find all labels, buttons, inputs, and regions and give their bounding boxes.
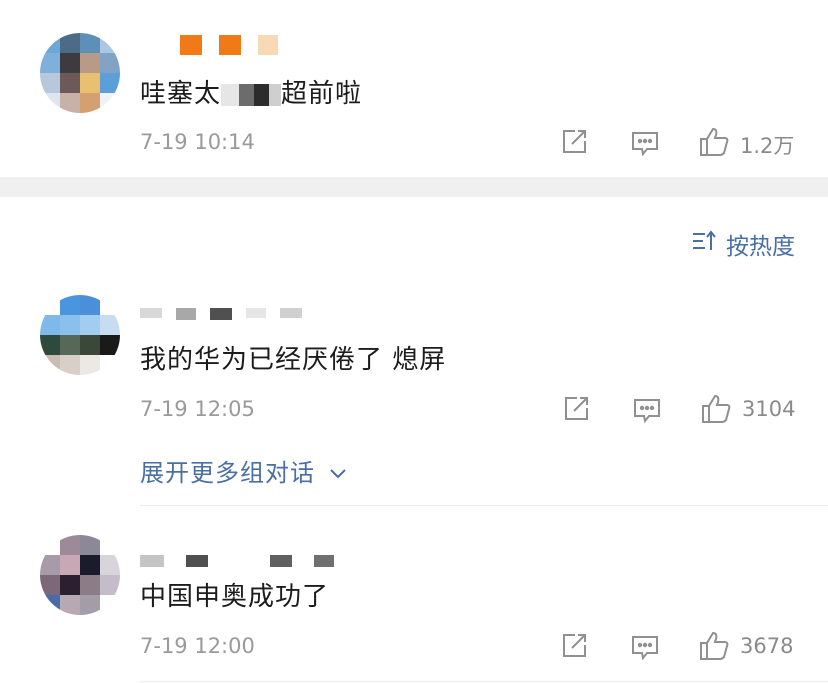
thumbs-up-icon[interactable] — [698, 126, 730, 158]
comment-icon[interactable] — [630, 634, 660, 662]
section-divider — [0, 177, 828, 197]
username-redacted — [140, 555, 334, 567]
comment-icon[interactable] — [630, 130, 660, 158]
comment-text: 我的华为已经厌倦了 熄屏 — [140, 345, 447, 375]
chevron-down-icon — [328, 467, 348, 481]
share-icon[interactable] — [562, 395, 590, 423]
comment-icon[interactable] — [632, 397, 662, 425]
username-redacted — [180, 35, 278, 55]
comment-text: 中国申奥成功了 — [140, 582, 330, 612]
like-count: 3104 — [742, 397, 796, 421]
avatar[interactable] — [40, 535, 120, 615]
avatar[interactable] — [40, 295, 120, 375]
comment-text: 哇塞太 超前啦 — [140, 79, 363, 109]
thumbs-up-icon[interactable] — [698, 630, 730, 662]
sort-by-heat-link[interactable]: 按热度 — [726, 227, 795, 261]
like-count: 1.2万 — [740, 134, 795, 158]
redacted-text — [221, 83, 282, 106]
sort-icon[interactable] — [692, 230, 718, 252]
comment-time: 7-19 12:00 — [140, 634, 255, 658]
like-count: 3678 — [740, 634, 794, 658]
share-icon[interactable] — [560, 128, 588, 156]
comment-divider — [140, 681, 828, 682]
comment-time: 7-19 10:14 — [140, 130, 255, 154]
expand-label: 展开更多组对话 — [140, 459, 315, 487]
comment-time: 7-19 12:05 — [140, 397, 255, 421]
comment-divider — [140, 505, 828, 506]
username-redacted — [140, 308, 302, 320]
thumbs-up-icon[interactable] — [700, 393, 732, 425]
share-icon[interactable] — [560, 632, 588, 660]
avatar[interactable] — [40, 33, 120, 113]
expand-replies-link[interactable]: 展开更多组对话 — [140, 453, 348, 488]
